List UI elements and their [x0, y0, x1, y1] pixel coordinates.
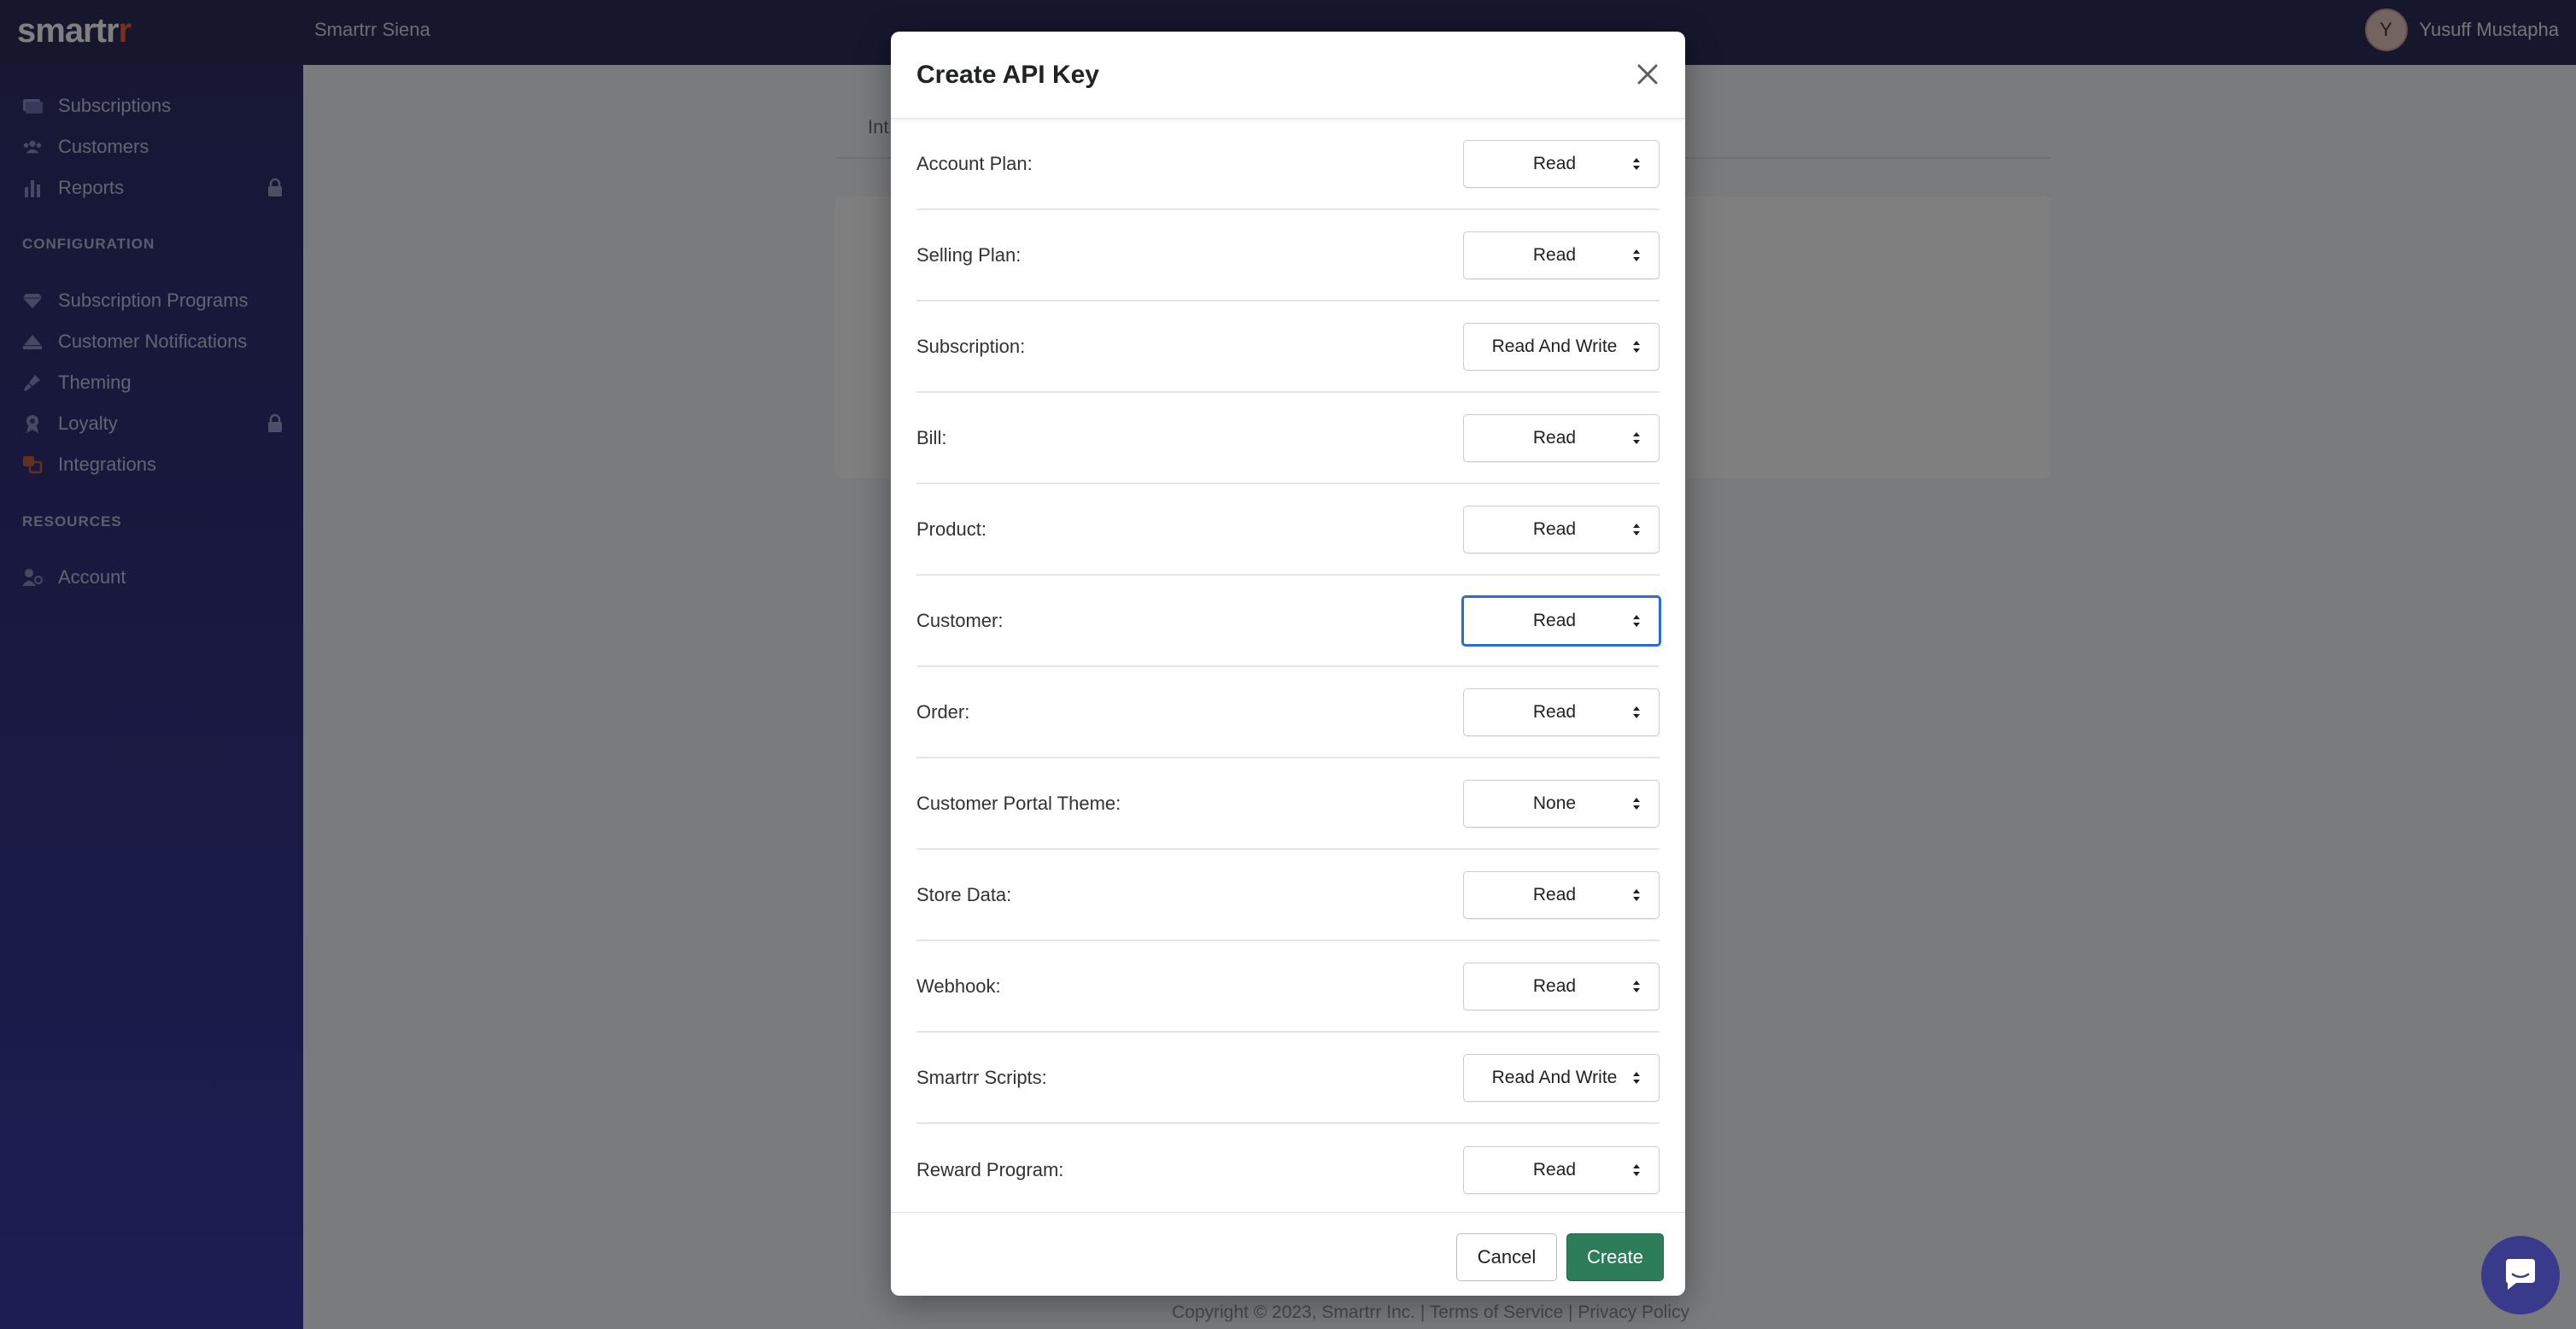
webhook-select[interactable]: Read	[1463, 962, 1660, 1010]
permission-row-customer: Customer: Read	[916, 576, 1661, 667]
close-button[interactable]	[1630, 57, 1665, 91]
account-plan-select[interactable]: Read	[1463, 139, 1660, 188]
modal-footer: Cancel Create	[891, 1212, 1685, 1296]
select-arrows-icon	[1633, 888, 1640, 901]
permission-row-account-plan: Account Plan: Read	[916, 119, 1660, 210]
permission-label: Smartrr Scripts:	[916, 1066, 1047, 1088]
permission-label: Subscription:	[916, 335, 1026, 357]
select-arrows-icon	[1633, 1163, 1640, 1176]
permission-label: Product:	[916, 518, 986, 540]
customer-select[interactable]: Read	[1461, 594, 1661, 647]
select-arrows-icon	[1633, 157, 1640, 170]
product-select[interactable]: Read	[1463, 505, 1660, 553]
permission-label: Customer:	[916, 609, 1004, 631]
select-arrows-icon	[1633, 797, 1640, 810]
permission-row-webhook: Webhook: Read	[916, 941, 1660, 1033]
chat-button[interactable]	[2481, 1236, 2560, 1314]
bill-select[interactable]: Read	[1463, 413, 1660, 462]
select-value: Read	[1532, 153, 1577, 173]
select-arrows-icon	[1633, 523, 1640, 536]
customer-portal-theme-select[interactable]: None	[1463, 779, 1660, 828]
select-value: Read	[1532, 518, 1577, 539]
select-value: Read	[1532, 610, 1577, 630]
permission-row-order: Order: Read	[916, 667, 1660, 758]
subscription-select[interactable]: Read And Write	[1463, 322, 1660, 371]
create-api-key-modal: Create API Key Account Plan: Read Sellin…	[891, 32, 1685, 1296]
select-arrows-icon	[1633, 705, 1640, 718]
permission-row-subscription: Subscription: Read And Write	[916, 302, 1660, 393]
permission-label: Store Data:	[916, 883, 1012, 905]
permission-label: Webhook:	[916, 975, 1001, 997]
permission-row-selling-plan: Selling Plan: Read	[916, 210, 1660, 302]
permission-row-reward-program: Reward Program: Read	[916, 1124, 1660, 1215]
permission-row-bill: Bill: Read	[916, 393, 1660, 484]
permission-row-product: Product: Read	[916, 484, 1660, 576]
permission-label: Customer Portal Theme:	[916, 792, 1121, 814]
permission-label: Account Plan:	[916, 152, 1033, 174]
permission-row-customer-portal-theme: Customer Portal Theme: None	[916, 758, 1660, 850]
select-arrows-icon	[1633, 340, 1640, 353]
select-value: Read	[1532, 975, 1577, 996]
chat-icon	[2506, 1259, 2535, 1290]
select-value: Read And Write	[1491, 1067, 1618, 1087]
modal-header: Create API Key	[891, 32, 1685, 119]
select-value: None	[1532, 793, 1577, 813]
smartrr-scripts-select[interactable]: Read And Write	[1463, 1053, 1660, 1102]
close-icon	[1637, 64, 1658, 85]
permission-row-smartrr-scripts: Smartrr Scripts: Read And Write	[916, 1033, 1660, 1124]
select-arrows-icon	[1633, 614, 1640, 627]
select-value: Read	[1532, 1159, 1577, 1180]
select-value: Read	[1532, 884, 1577, 905]
store-data-select[interactable]: Read	[1463, 870, 1660, 919]
select-arrows-icon	[1633, 249, 1640, 261]
select-arrows-icon	[1633, 431, 1640, 444]
select-value: Read	[1532, 427, 1577, 448]
permissions-list[interactable]: Account Plan: Read Selling Plan: Read Su…	[916, 119, 1661, 1244]
cancel-button[interactable]: Cancel	[1456, 1233, 1557, 1281]
modal-title: Create API Key	[916, 61, 1099, 89]
select-arrows-icon	[1633, 980, 1640, 992]
select-value: Read	[1532, 244, 1577, 265]
permission-label: Order:	[916, 700, 970, 723]
select-value: Read And Write	[1491, 336, 1618, 356]
select-value: Read	[1532, 701, 1577, 722]
select-arrows-icon	[1633, 1071, 1640, 1084]
permission-row-store-data: Store Data: Read	[916, 850, 1660, 941]
reward-program-select[interactable]: Read	[1463, 1145, 1660, 1194]
permission-label: Selling Plan:	[916, 243, 1022, 266]
selling-plan-select[interactable]: Read	[1463, 231, 1660, 279]
order-select[interactable]: Read	[1463, 688, 1660, 736]
permission-label: Bill:	[916, 426, 947, 448]
create-button[interactable]: Create	[1566, 1233, 1664, 1281]
permission-label: Reward Program:	[916, 1158, 1064, 1180]
